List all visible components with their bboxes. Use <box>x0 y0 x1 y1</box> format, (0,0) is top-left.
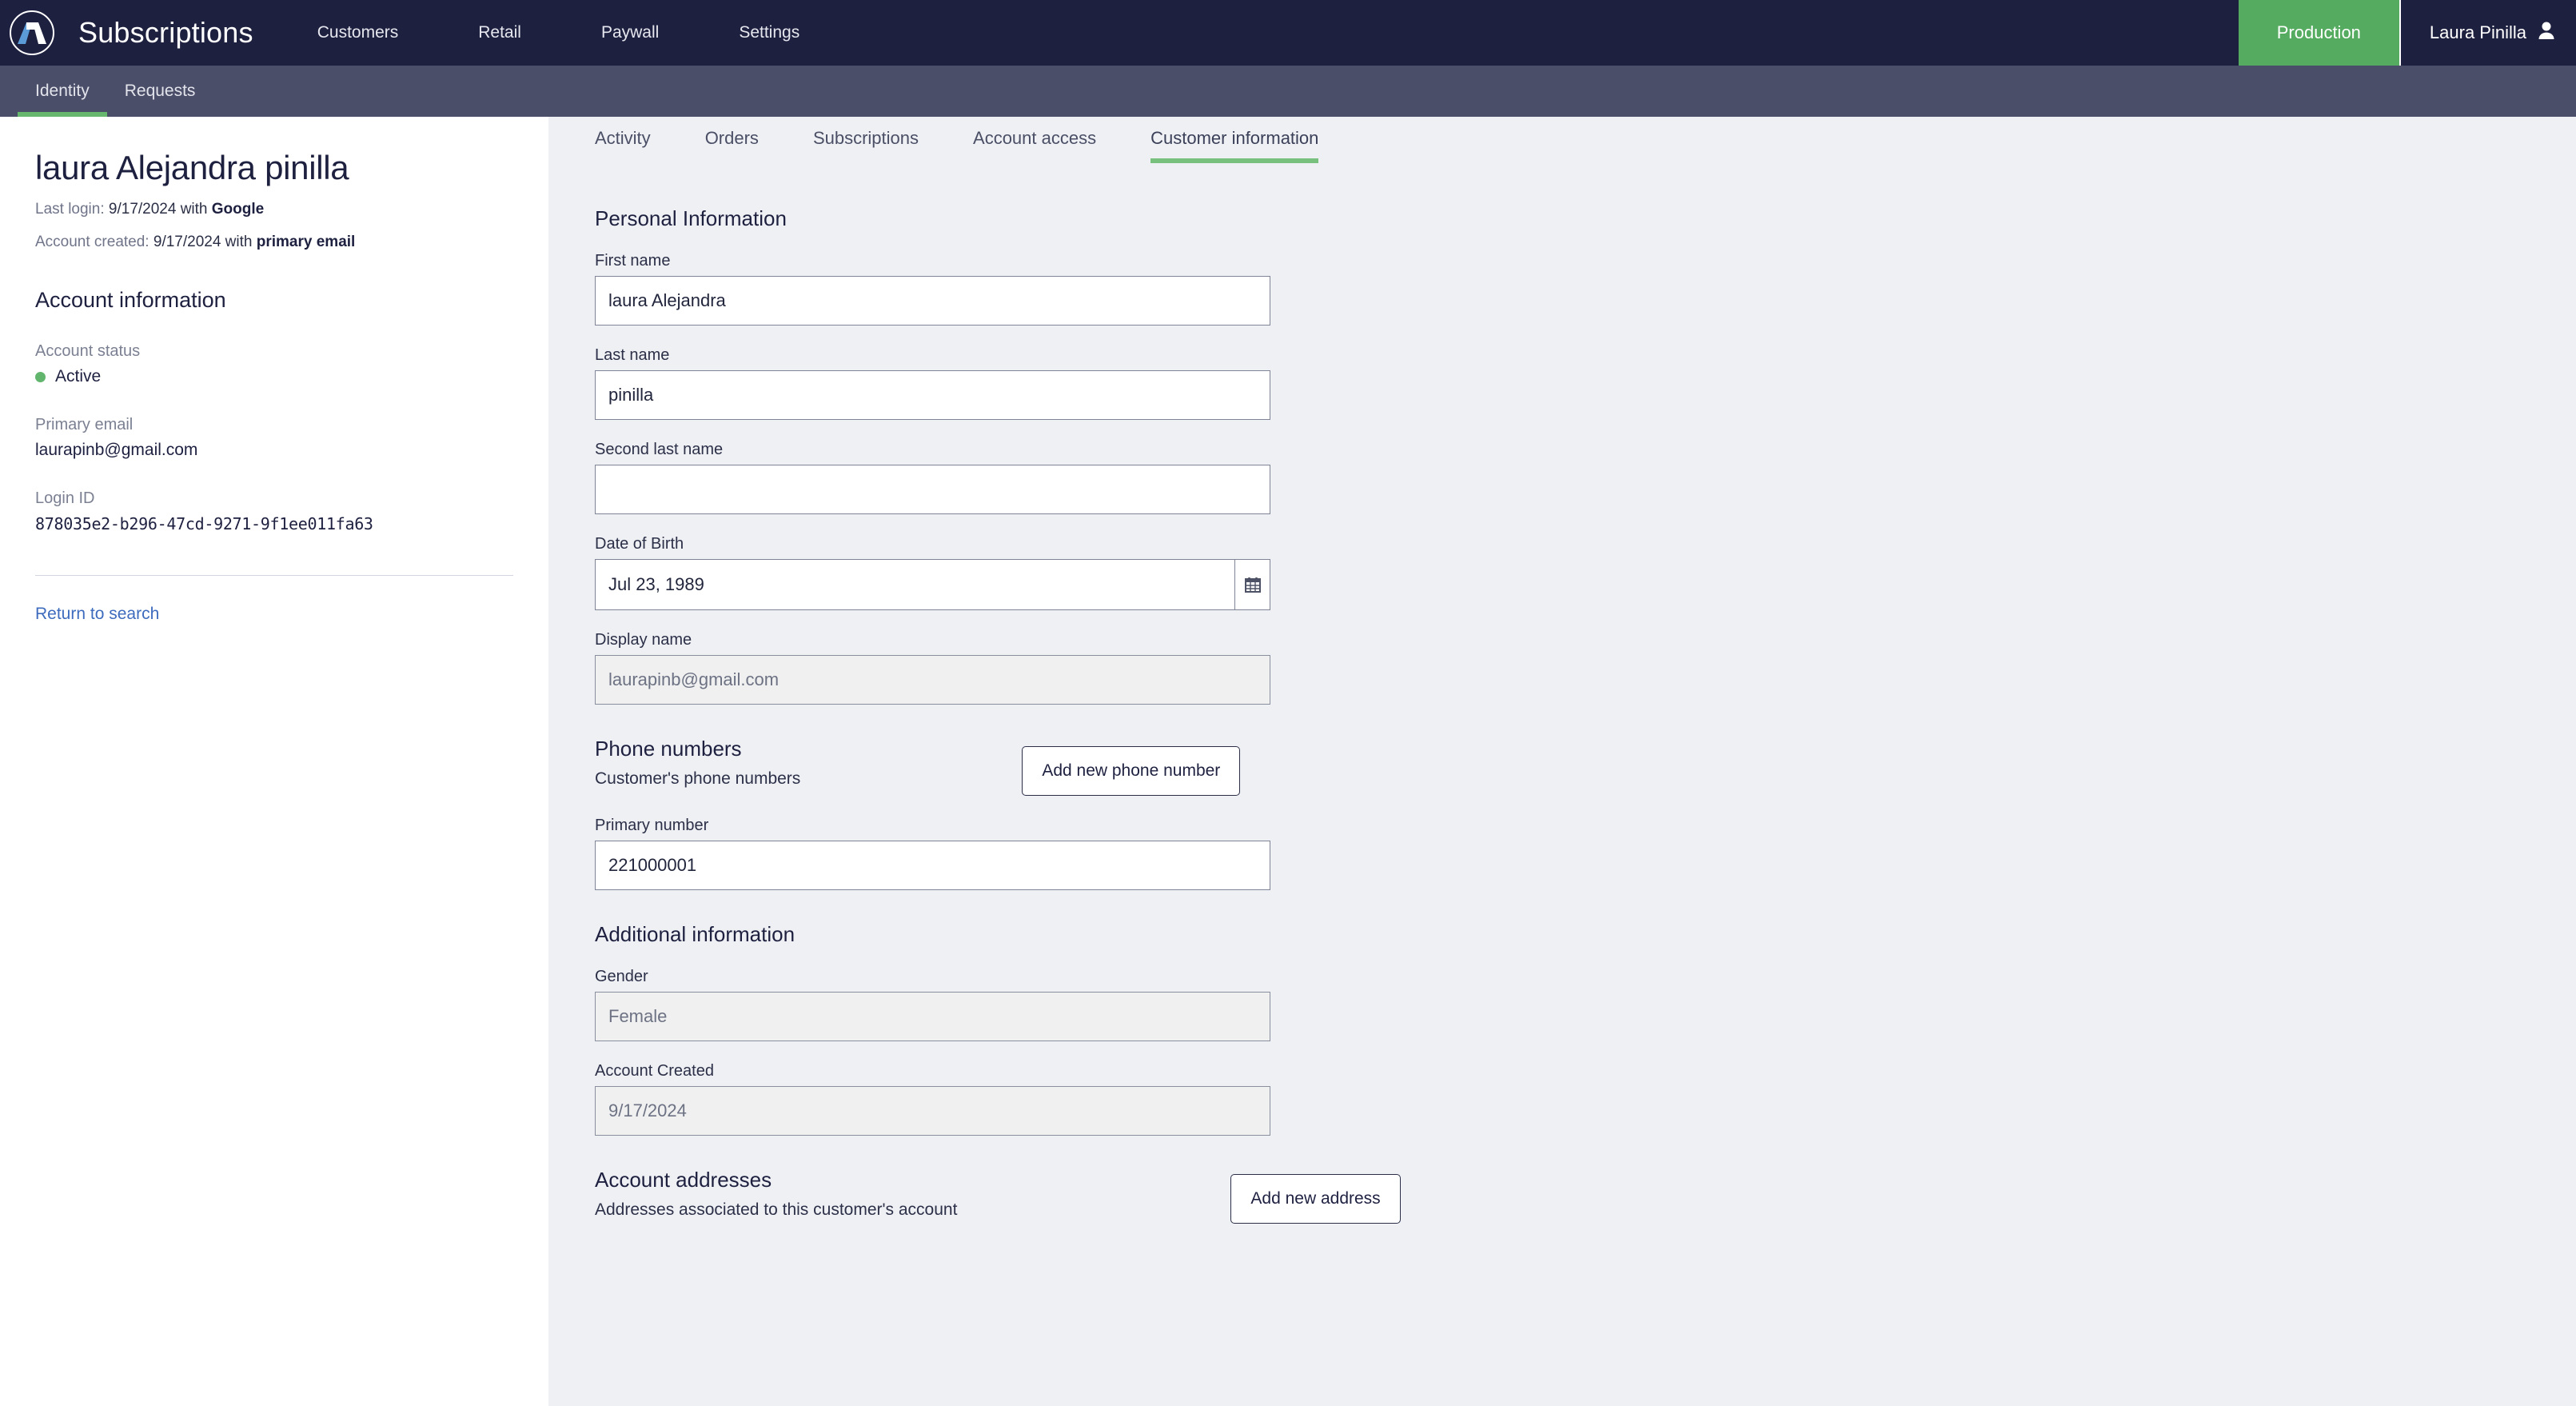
primary-number-input[interactable] <box>595 841 1270 890</box>
customer-information-panel: Personal Information First name Last nam… <box>595 170 2576 1224</box>
last-login-date: 9/17/2024 with <box>108 201 208 218</box>
user-name-label: Laura Pinilla <box>2429 22 2526 42</box>
tab-customer-information-label: Customer information <box>1150 128 1319 148</box>
account-addresses-heading: Account addresses <box>595 1168 772 1192</box>
additional-information-heading: Additional information <box>595 922 796 946</box>
main-content: Activity Orders Subscriptions Account ac… <box>548 117 2576 1406</box>
top-nav-items: Customers Retail Paywall Settings <box>317 0 880 66</box>
tab-subscriptions[interactable]: Subscriptions <box>813 128 919 170</box>
gender-input <box>595 992 1270 1041</box>
subtab-identity-label: Identity <box>35 82 90 100</box>
second-last-name-input[interactable] <box>595 465 1270 514</box>
account-status-value: Active <box>55 367 102 386</box>
tab-activity[interactable]: Activity <box>595 128 651 170</box>
gender-label: Gender <box>595 968 648 985</box>
account-addresses-texts: Account addresses Addresses associated t… <box>595 1168 957 1220</box>
nav-item-retail[interactable]: Retail <box>478 23 521 42</box>
first-name-input[interactable] <box>595 276 1270 326</box>
app-title: Subscriptions <box>78 16 253 49</box>
tab-orders[interactable]: Orders <box>705 128 759 170</box>
display-name-input <box>595 655 1270 705</box>
nav-item-customers[interactable]: Customers <box>317 23 399 42</box>
last-login-method: Google <box>211 201 265 218</box>
nav-item-paywall[interactable]: Paywall <box>601 23 659 42</box>
spacer-addresses <box>595 1136 2576 1168</box>
tab-customer-information[interactable]: Customer information <box>1150 128 1319 170</box>
display-name-label: Display name <box>595 631 692 649</box>
spacer-phones <box>595 705 2576 737</box>
date-of-birth-group <box>595 559 1270 610</box>
second-last-name-label: Second last name <box>595 441 724 458</box>
login-id-label: Login ID <box>35 489 95 508</box>
subtab-requests[interactable]: Requests <box>107 66 213 117</box>
phone-numbers-header-row: Phone numbers Customer's phone numbers A… <box>595 737 2576 796</box>
sidebar-divider <box>35 575 513 577</box>
tab-orders-label: Orders <box>704 128 759 148</box>
date-of-birth-input[interactable] <box>596 560 1234 609</box>
first-name-label: First name <box>595 252 671 270</box>
top-navigation-bar: Subscriptions Customers Retail Paywall S… <box>0 0 2576 66</box>
primary-email-label: Primary email <box>35 416 134 434</box>
phone-numbers-subtitle: Customer's phone numbers <box>595 769 801 788</box>
user-avatar-icon <box>2538 21 2555 45</box>
topbar-right-zone: Production Laura Pinilla <box>2238 0 2576 66</box>
account-created-method: primary email <box>256 234 356 251</box>
page-body: laura Alejandra pinilla Last login: 9/17… <box>0 117 2576 1406</box>
account-information-heading: Account information <box>35 288 226 313</box>
last-name-input[interactable] <box>595 370 1270 420</box>
account-created-row: Account created: 9/17/2024 with primary … <box>35 234 513 251</box>
tab-activity-label: Activity <box>595 128 651 148</box>
account-created-date: 9/17/2024 with <box>153 234 253 251</box>
subtab-requests-label: Requests <box>124 82 196 100</box>
customer-sidebar: laura Alejandra pinilla Last login: 9/17… <box>0 117 548 1406</box>
account-addresses-subtitle: Addresses associated to this customer's … <box>595 1200 958 1219</box>
add-new-address-button[interactable]: Add new address <box>1230 1174 1401 1224</box>
environment-badge[interactable]: Production <box>2238 0 2401 66</box>
tab-subscriptions-label: Subscriptions <box>812 128 919 148</box>
sub-navigation-bar: Identity Requests <box>0 66 2576 117</box>
primary-number-label: Primary number <box>595 817 709 834</box>
last-name-label: Last name <box>595 346 670 364</box>
date-of-birth-label: Date of Birth <box>595 535 684 553</box>
phone-numbers-texts: Phone numbers Customer's phone numbers <box>595 737 800 789</box>
last-login-label: Last login: <box>35 201 105 218</box>
page-title: laura Alejandra pinilla <box>35 149 349 186</box>
return-to-search-link[interactable]: Return to search <box>35 605 159 624</box>
status-badge: Active <box>35 367 513 386</box>
account-created-label: Account created: <box>35 234 150 251</box>
primary-email-value: laurapinb@gmail.com <box>35 441 198 460</box>
account-status-label: Account status <box>35 342 141 361</box>
spacer-additional <box>595 890 2576 922</box>
calendar-icon[interactable] <box>1234 560 1270 609</box>
subtab-identity[interactable]: Identity <box>18 66 107 117</box>
app-logo-icon <box>10 10 54 55</box>
phone-numbers-heading: Phone numbers <box>595 737 742 761</box>
user-menu[interactable]: Laura Pinilla <box>2401 0 2576 66</box>
login-id-value: 878035e2-b296-47cd-9271-9f1ee011fa63 <box>35 514 373 534</box>
nav-item-settings[interactable]: Settings <box>739 23 800 42</box>
status-dot-icon <box>35 371 46 382</box>
account-created-field-label: Account Created <box>595 1062 714 1080</box>
last-login-row: Last login: 9/17/2024 with Google <box>35 201 513 218</box>
brand-zone: Subscriptions <box>0 0 253 66</box>
tab-account-access-label: Account access <box>973 128 1097 148</box>
tab-account-access[interactable]: Account access <box>973 128 1096 170</box>
add-new-phone-number-button[interactable]: Add new phone number <box>1022 746 1241 796</box>
personal-information-heading: Personal Information <box>595 206 787 230</box>
account-created-input <box>595 1086 1270 1136</box>
customer-tabs: Activity Orders Subscriptions Account ac… <box>595 117 2576 170</box>
account-addresses-header-row: Account addresses Addresses associated t… <box>595 1168 2576 1224</box>
